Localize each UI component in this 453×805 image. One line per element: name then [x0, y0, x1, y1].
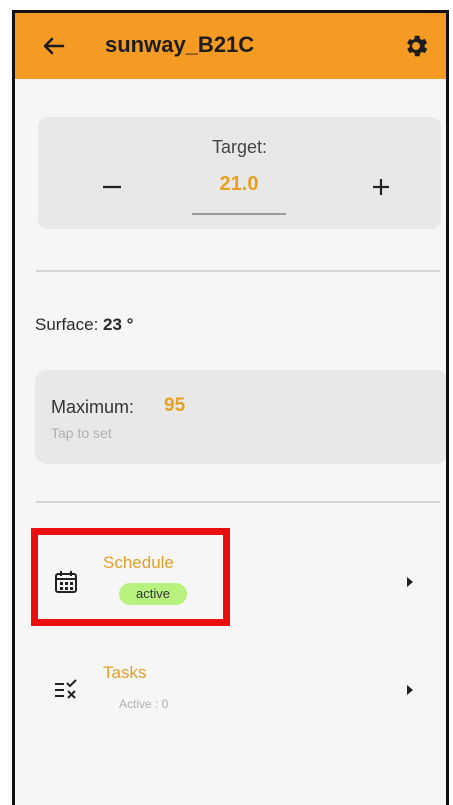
top-app-bar: sunway_B21C	[15, 13, 446, 79]
target-card: Target: 21.0	[38, 117, 441, 229]
maximum-hint: Tap to set	[51, 425, 112, 441]
schedule-label: Schedule	[103, 553, 174, 572]
chevron-right-icon	[407, 685, 413, 695]
gear-icon[interactable]	[402, 32, 430, 60]
surface-label: Surface:	[35, 315, 99, 334]
chevron-right-icon	[407, 577, 413, 587]
device-title: sunway_B21C	[105, 32, 255, 57]
divider	[36, 270, 440, 272]
maximum-label: Maximum:	[51, 397, 135, 417]
app-frame: sunway_B21C Target: 21.0 Surface: 23 ° M…	[12, 10, 449, 805]
maximum-card[interactable]: Maximum: 95 Tap to set	[35, 370, 446, 464]
task-list-icon	[55, 679, 77, 699]
divider	[36, 501, 440, 503]
target-input-underline	[192, 213, 286, 215]
target-value-input[interactable]: 21.0	[192, 173, 286, 196]
increase-button[interactable]	[361, 167, 401, 207]
tasks-subtitle: Active : 0	[119, 697, 169, 711]
maximum-value: 95	[164, 395, 186, 416]
arrow-left-icon[interactable]	[39, 31, 69, 61]
status-badge: active	[119, 583, 187, 605]
calendar-icon	[55, 571, 77, 593]
decrease-button[interactable]	[92, 167, 132, 207]
surface-readout: Surface: 23 °	[35, 315, 133, 335]
schedule-row[interactable]: Schedule	[15, 535, 446, 625]
target-label: Target:	[211, 137, 268, 157]
tasks-label: Tasks	[103, 663, 147, 682]
surface-value: 23 °	[103, 315, 134, 334]
tasks-row[interactable]: Tasks	[15, 645, 446, 735]
